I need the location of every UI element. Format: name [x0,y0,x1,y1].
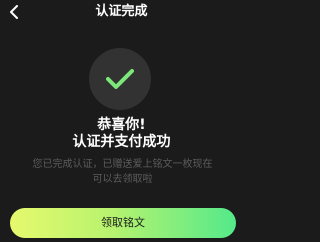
claim-inscription-button[interactable]: 领取铭文 [10,208,236,238]
nav-bar: 认证完成 [0,0,243,26]
claim-inscription-label: 领取铭文 [101,216,145,229]
success-badge [89,48,151,110]
page-title: 认证完成 [95,4,148,19]
description-line-1: 您已完成认证，已赠送爱上铭文一枚现在 [32,159,213,170]
description-line-2: 可以去领取啦 [92,174,153,185]
success-subtitle: 认证并支付成功 [72,134,171,150]
checkmark-icon [106,69,134,89]
auth-complete-screen: 认证完成 恭喜你! 认证并支付成功 您已完成认证，已赠送爱上铭文一枚现在 可以去… [0,0,243,242]
success-title: 恭喜你! [97,117,146,133]
